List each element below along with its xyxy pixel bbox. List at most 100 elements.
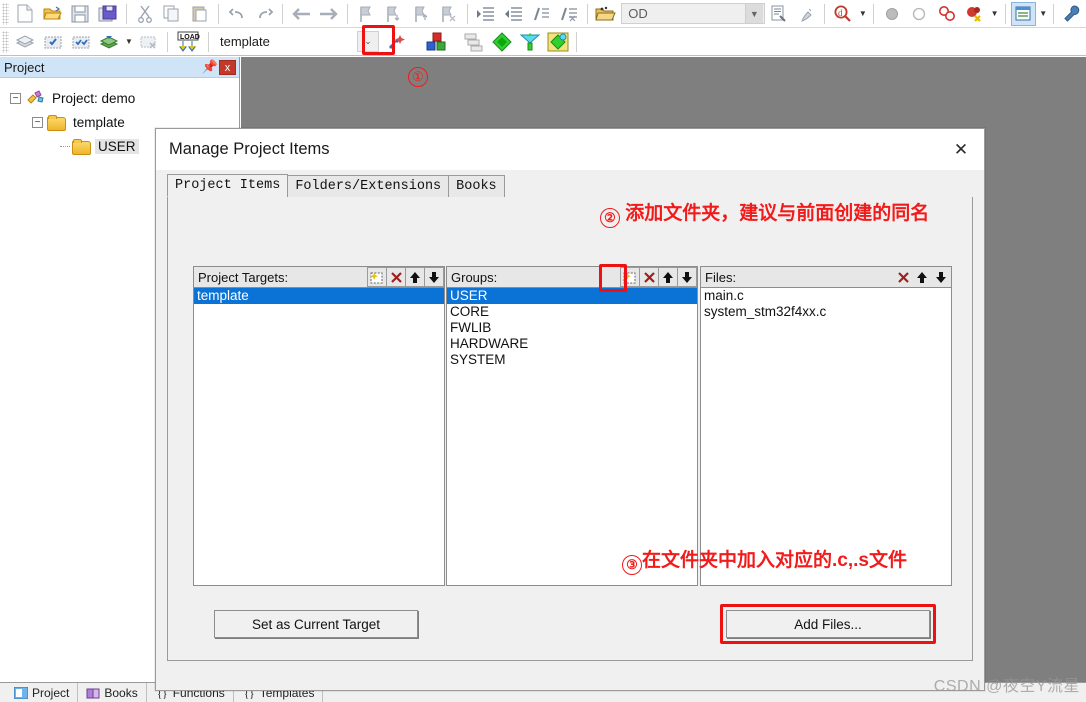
tree-node-project[interactable]: − Project: demo (6, 86, 239, 110)
toolbar-grip[interactable] (2, 2, 9, 25)
target-select[interactable]: template (213, 31, 358, 52)
stop-build-icon[interactable] (136, 30, 162, 54)
batch-build-icon[interactable] (96, 30, 122, 54)
toolbar-separator (586, 3, 588, 24)
groups-list[interactable]: USER CORE FWLIB HARDWARE SYSTEM (446, 288, 698, 586)
list-item[interactable]: SYSTEM (447, 352, 697, 368)
comment-icon[interactable] (528, 2, 554, 26)
chevron-down-icon[interactable]: ▼ (123, 31, 135, 53)
target-select-chevron-down-icon[interactable]: ⌄ (357, 31, 379, 52)
add-files-button[interactable]: Add Files... (726, 610, 930, 638)
uncomment-icon[interactable] (556, 2, 582, 26)
open-folder-icon[interactable] (40, 2, 66, 26)
set-current-target-button[interactable]: Set as Current Target (214, 610, 418, 638)
redo-icon[interactable] (252, 2, 278, 26)
list-item[interactable]: HARDWARE (447, 336, 697, 352)
bookmark-clear-icon[interactable] (436, 2, 462, 26)
bottom-tab-project[interactable]: Project (6, 683, 79, 702)
close-icon[interactable]: ✕ (948, 138, 974, 162)
bookmark-next-icon[interactable] (380, 2, 406, 26)
tab-folders-extensions[interactable]: Folders/Extensions (287, 175, 450, 197)
project-icon (25, 90, 45, 106)
toolbar-separator (217, 3, 219, 24)
annotation-marker: ③ (622, 555, 642, 575)
indent-icon[interactable] (473, 2, 499, 26)
window-layout-icon[interactable] (1010, 1, 1037, 26)
save-all-icon[interactable] (95, 2, 121, 26)
bookmark-prev-icon[interactable] (408, 2, 434, 26)
chevron-down-icon[interactable]: ▼ (989, 3, 1001, 25)
download-icon[interactable] (517, 30, 543, 54)
dialog-titlebar: Manage Project Items ✕ (156, 129, 984, 170)
kill-breakpoints-icon[interactable] (934, 2, 960, 26)
bookmark-toggle-icon[interactable] (353, 2, 379, 26)
toolbar-separator (125, 3, 127, 24)
close-icon[interactable]: x (219, 59, 236, 75)
folder-icon (72, 139, 91, 155)
chevron-down-icon[interactable]: ▼ (1037, 3, 1049, 25)
manage-multi-icon[interactable] (461, 30, 487, 54)
list-item[interactable]: FWLIB (447, 320, 697, 336)
tab-label: Books (456, 179, 497, 194)
move-down-icon[interactable] (424, 267, 444, 287)
move-down-icon[interactable] (677, 267, 697, 287)
move-down-icon[interactable] (931, 267, 951, 287)
build-target-icon[interactable] (40, 30, 66, 54)
delete-icon[interactable] (386, 267, 406, 287)
open-project-icon[interactable] (592, 2, 618, 26)
new-file-icon[interactable] (12, 2, 38, 26)
tab-books[interactable]: Books (448, 175, 505, 197)
disabled-breakpoint-icon[interactable] (907, 2, 933, 26)
bottom-tab-label: Project (32, 685, 70, 700)
back-icon[interactable] (288, 2, 314, 26)
toolbar-grip[interactable] (2, 30, 9, 53)
svg-text:d: d (838, 8, 843, 18)
dialog-body: Project Items Folders/Extensions Books P… (156, 170, 984, 690)
find-in-files-icon[interactable] (766, 2, 792, 26)
delete-icon[interactable] (893, 267, 913, 287)
save-icon[interactable] (67, 2, 93, 26)
breakpoint-icon[interactable] (879, 2, 905, 26)
manage-project-items-icon[interactable] (424, 30, 450, 54)
list-item[interactable]: CORE (447, 304, 697, 320)
move-up-icon[interactable] (405, 267, 425, 287)
configure-tools-icon[interactable] (1059, 2, 1085, 26)
tree-expander[interactable]: − (32, 116, 43, 128)
paste-icon[interactable] (187, 2, 213, 26)
search-icon[interactable]: d (830, 2, 856, 26)
outdent-icon[interactable] (500, 2, 526, 26)
project-targets-list[interactable]: template (193, 288, 445, 586)
copy-icon[interactable] (160, 2, 186, 26)
od-field[interactable]: OD ▼ (621, 3, 765, 24)
new-item-icon[interactable] (367, 267, 387, 287)
dialog-tabs: Project Items Folders/Extensions Books (167, 174, 505, 197)
target-options-icon[interactable] (385, 30, 411, 54)
move-up-icon[interactable] (912, 267, 932, 287)
tab-project-items[interactable]: Project Items (167, 174, 289, 197)
chevron-down-icon[interactable]: ▼ (857, 3, 869, 25)
build-file-icon[interactable] (12, 30, 38, 54)
disable-breakpoints-icon[interactable] (962, 2, 988, 26)
new-item-icon[interactable] (620, 267, 640, 287)
debug-settings-icon[interactable] (545, 30, 571, 54)
tree-expander[interactable]: − (10, 92, 21, 104)
tree-label: template (73, 114, 125, 130)
rebuild-icon[interactable] (68, 30, 94, 54)
configure-flash-icon[interactable] (489, 30, 515, 54)
files-list[interactable]: main.c system_stm32f4xx.c (700, 288, 952, 586)
list-item[interactable]: system_stm32f4xx.c (701, 304, 951, 320)
bottom-tab-books[interactable]: Books (78, 683, 147, 702)
cut-icon[interactable] (132, 2, 158, 26)
move-up-icon[interactable] (658, 267, 678, 287)
chevron-down-icon[interactable]: ▼ (744, 4, 763, 23)
toolbar-separator (167, 31, 168, 52)
undo-icon[interactable] (224, 2, 250, 26)
list-item[interactable]: USER (447, 288, 697, 304)
list-item[interactable]: main.c (701, 288, 951, 304)
list-item[interactable]: template (194, 288, 444, 304)
insert-bookmark-icon[interactable] (794, 2, 820, 26)
delete-icon[interactable] (639, 267, 659, 287)
forward-icon[interactable] (316, 2, 342, 26)
pin-icon[interactable]: 📌 (201, 59, 219, 75)
load-icon[interactable]: LOAD (173, 30, 203, 54)
